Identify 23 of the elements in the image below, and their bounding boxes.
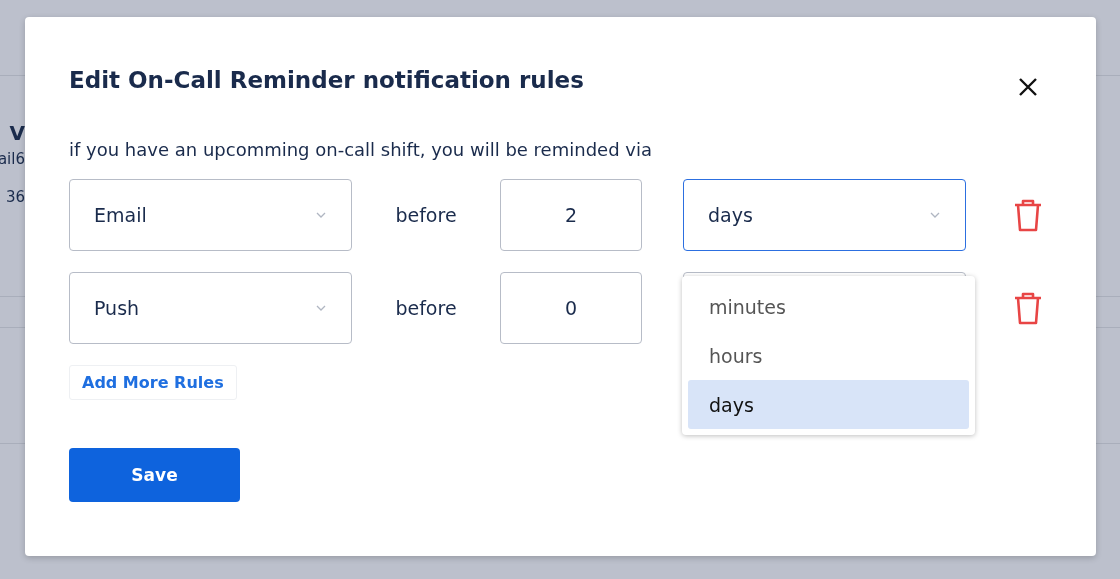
channel-select[interactable]: Push xyxy=(69,272,352,344)
menu-option[interactable]: minutes xyxy=(688,282,969,331)
trash-icon xyxy=(1013,198,1043,232)
chevron-down-icon xyxy=(315,211,327,219)
amount-field[interactable]: 0 xyxy=(500,272,642,344)
unit-select[interactable]: days xyxy=(683,179,966,251)
before-label: before xyxy=(394,204,458,226)
menu-option[interactable]: hours xyxy=(688,331,969,380)
amount-field[interactable]: 2 xyxy=(500,179,642,251)
delete-button[interactable] xyxy=(1013,198,1043,232)
user-name: V xyxy=(9,120,25,147)
trash-icon xyxy=(1013,291,1043,325)
user-detail: 36 xyxy=(5,187,25,208)
dialog-title: Edit On-Call Reminder notification rules xyxy=(69,67,584,93)
channel-select[interactable]: Email xyxy=(69,179,352,251)
menu-option[interactable]: days xyxy=(688,380,969,429)
delete-button[interactable] xyxy=(1013,291,1043,325)
add-rules-button[interactable]: Add More Rules xyxy=(69,365,237,400)
chevron-down-icon xyxy=(929,211,941,219)
instruction-text: if you have an upcomming on-call shift, you will be reminded via xyxy=(69,138,653,162)
save-button[interactable]: Save xyxy=(69,448,240,502)
chevron-down-icon xyxy=(315,304,327,312)
before-label: before xyxy=(394,297,458,319)
